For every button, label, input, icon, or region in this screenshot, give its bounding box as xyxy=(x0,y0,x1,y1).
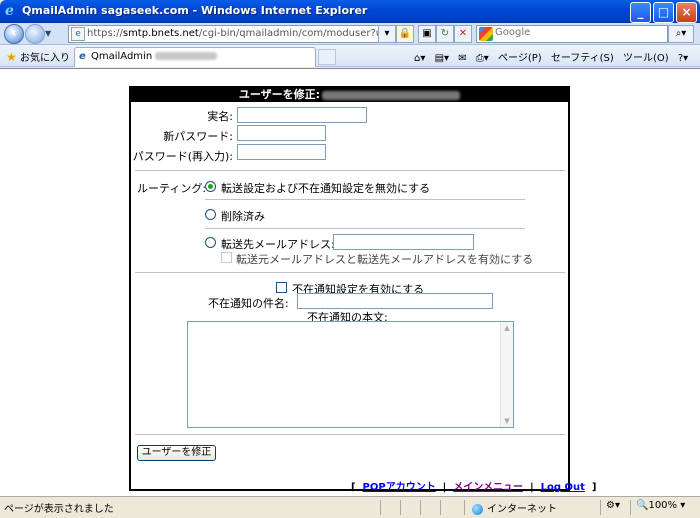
routing-deleted-radio[interactable] xyxy=(205,209,216,220)
divider xyxy=(135,434,565,435)
window-title: QmailAdmin sagaseek.com - Windows Intern… xyxy=(22,4,368,17)
tools-menu[interactable]: ツール(O) xyxy=(623,53,669,64)
forward-address-input[interactable] xyxy=(333,234,474,250)
vacation-enable-checkbox[interactable] xyxy=(276,282,287,293)
close-button[interactable]: × xyxy=(676,2,697,23)
ie-page-icon: e xyxy=(79,51,86,62)
history-dropdown-icon[interactable]: ▼ xyxy=(45,29,51,38)
new-password-label: 新パスワード: xyxy=(163,130,233,143)
safety-menu[interactable]: セーフティ(S) xyxy=(551,53,614,64)
back-button[interactable]: ‹ xyxy=(4,24,24,44)
routing-forward-label: 転送先メールアドレス: xyxy=(221,238,335,251)
divider xyxy=(135,170,565,171)
url-dropdown-icon[interactable]: ▾ xyxy=(378,25,396,43)
print-icon[interactable]: ⎙▾ xyxy=(476,53,489,64)
routing-disable-radio[interactable] xyxy=(205,181,216,192)
stop-icon[interactable]: ✕ xyxy=(454,25,472,43)
divider xyxy=(135,272,565,273)
tab-bar: ★ お気に入り e QmailAdmin ⌂▾ ▤▾ ✉ ⎙▾ ページ(P) セ… xyxy=(0,45,700,67)
modify-user-form: ユーザーを修正: 実名: 新パスワード: パスワード(再入力): ルーティング:… xyxy=(129,86,596,493)
keep-copy-checkbox[interactable] xyxy=(221,252,232,263)
modify-user-button[interactable]: ユーザーを修正 xyxy=(137,445,216,461)
forward-button[interactable]: › xyxy=(25,24,45,44)
password-confirm-input[interactable] xyxy=(237,144,326,160)
lock-icon[interactable]: 🔒 xyxy=(396,25,414,43)
favorites-label: お気に入り xyxy=(19,53,70,64)
scroll-up-icon[interactable]: ▲ xyxy=(501,322,513,334)
form-header: ユーザーを修正: xyxy=(131,88,568,102)
status-bar: ページが表示されました インターネット ⚙▾ 🔍100% ▾ xyxy=(0,496,700,518)
logout-link[interactable]: Log Out xyxy=(541,482,585,493)
favorites-button[interactable]: ★ お気に入り xyxy=(6,49,70,64)
ie-logo-icon: e xyxy=(5,3,14,19)
search-icon[interactable]: ⌕▾ xyxy=(668,25,694,43)
main-menu-link[interactable]: メインメニュー xyxy=(453,482,523,493)
tab-label: QmailAdmin xyxy=(91,51,218,62)
url-input[interactable]: e https://smtp.bnets.net/cgi-bin/qmailad… xyxy=(68,25,410,43)
new-password-input[interactable] xyxy=(237,125,326,141)
routing-deleted-label: 削除済み xyxy=(221,210,265,223)
password-confirm-label: パスワード(再入力): xyxy=(132,150,233,163)
keep-copy-label: 転送元メールアドレスと転送先メールアドレスを有効にする xyxy=(236,253,534,266)
zoom-level[interactable]: 🔍100% ▾ xyxy=(636,500,685,511)
page-menu[interactable]: ページ(P) xyxy=(498,53,542,64)
page-content: ユーザーを修正: 実名: 新パスワード: パスワード(再入力): ルーティング:… xyxy=(0,68,700,496)
globe-icon xyxy=(472,503,483,515)
star-icon: ★ xyxy=(6,50,17,64)
search-field[interactable] xyxy=(476,25,668,43)
command-bar: ⌂▾ ▤▾ ✉ ⎙▾ ページ(P) セーフティ(S) ツール(O) ?▾ xyxy=(414,49,694,64)
real-name-label: 実名: xyxy=(207,110,233,123)
vacation-subject-label: 不在通知の件名: xyxy=(208,297,289,310)
routing-forward-radio[interactable] xyxy=(205,237,216,248)
search-input[interactable] xyxy=(495,27,665,38)
maximize-button[interactable]: □ xyxy=(653,2,674,23)
home-icon[interactable]: ⌂▾ xyxy=(414,53,425,64)
scroll-down-icon[interactable]: ▼ xyxy=(501,415,513,427)
url-text: https://smtp.bnets.net/cgi-bin/qmailadmi… xyxy=(87,28,387,39)
status-text: ページが表示されました xyxy=(4,504,114,515)
footer-links: [ POPアカウント | メインメニュー | Log Out ] xyxy=(351,482,597,493)
new-tab-button[interactable] xyxy=(318,49,336,65)
compat-view-icon[interactable]: ▣ xyxy=(418,25,436,43)
textarea-scrollbar[interactable]: ▲ ▼ xyxy=(500,322,513,427)
google-icon xyxy=(479,27,493,41)
pop-account-link[interactable]: POPアカウント xyxy=(363,482,436,493)
minimize-button[interactable]: _ xyxy=(630,2,651,23)
divider xyxy=(205,228,525,229)
address-bar: ‹ › ▼ e https://smtp.bnets.net/cgi-bin/q… xyxy=(0,23,700,45)
mail-icon[interactable]: ✉ xyxy=(458,53,466,64)
page-icon: e xyxy=(71,27,85,41)
routing-disable-label: 転送設定および不在通知設定を無効にする xyxy=(221,182,431,195)
routing-label: ルーティング: xyxy=(137,182,207,195)
divider xyxy=(205,199,525,200)
feeds-icon[interactable]: ▤▾ xyxy=(435,53,449,64)
window-titlebar: e QmailAdmin sagaseek.com - Windows Inte… xyxy=(0,0,700,23)
tab-qmailadmin[interactable]: e QmailAdmin xyxy=(74,47,316,67)
masked-email xyxy=(322,90,461,100)
vacation-subject-input[interactable] xyxy=(297,293,493,309)
refresh-icon[interactable]: ↻ xyxy=(436,25,454,43)
help-icon[interactable]: ?▾ xyxy=(678,53,688,64)
protected-mode-icon[interactable]: ⚙▾ xyxy=(606,500,620,511)
internet-zone: インターネット xyxy=(472,500,557,515)
vacation-body-textarea[interactable]: ▲ ▼ xyxy=(187,321,514,428)
real-name-input[interactable] xyxy=(237,107,367,123)
